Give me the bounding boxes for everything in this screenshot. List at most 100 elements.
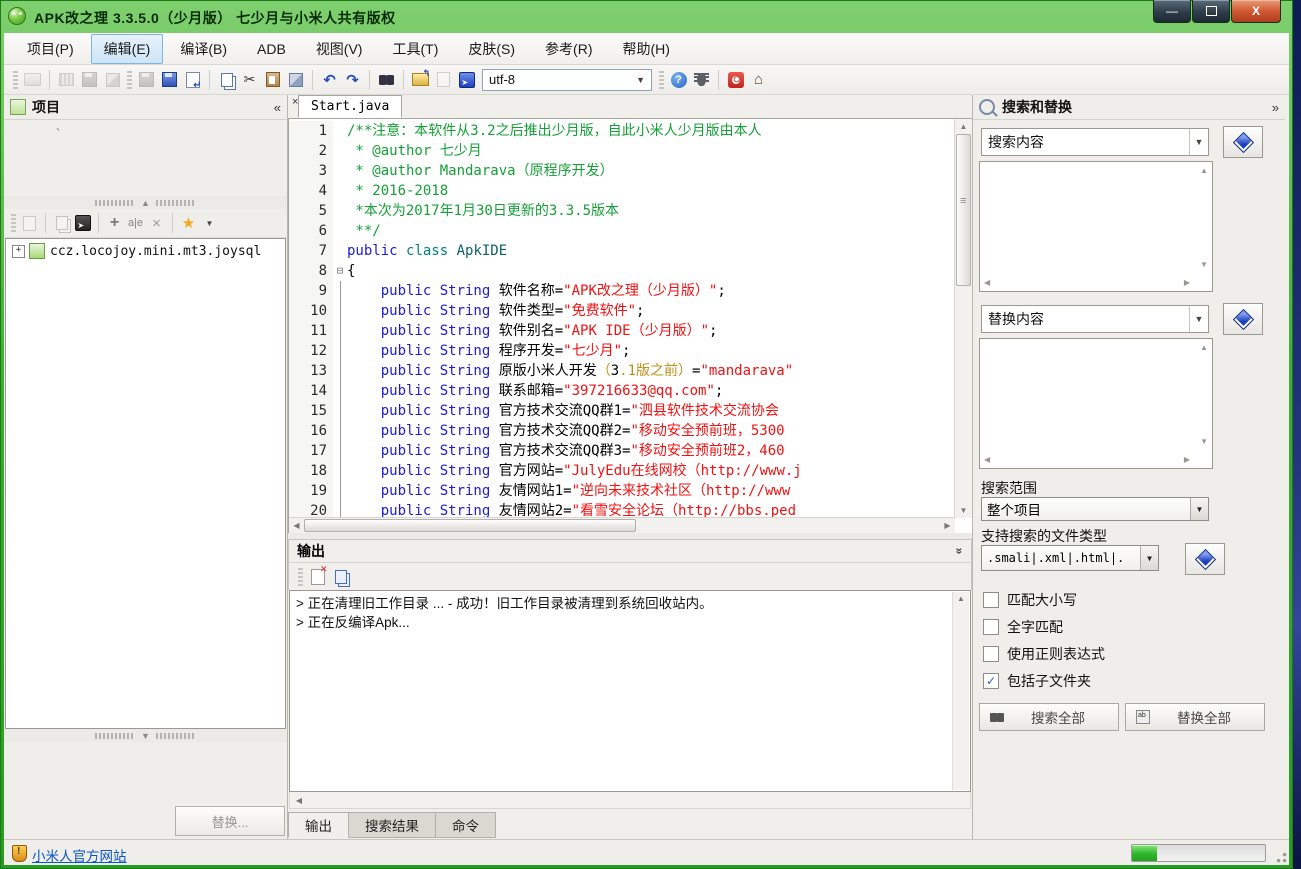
collapse-panel-icon[interactable]: « (274, 100, 281, 115)
code-area[interactable]: 1/**注意：本软件从3.2之后推出少月版，自此小米人少月版由本人2 * @au… (289, 121, 955, 518)
menu-item[interactable]: 视图(V) (303, 34, 376, 64)
collapse-output-icon[interactable]: » (953, 548, 967, 555)
scroll-left-icon[interactable]: ◀ (292, 792, 306, 808)
horizontal-splitter[interactable]: ▼ (4, 729, 287, 742)
replace-content-combobox[interactable]: 替换内容 ▼ (981, 305, 1209, 333)
copy-icon[interactable] (216, 69, 237, 90)
project-tree[interactable]: + ccz.locojoy.mini.mt3.joysql (5, 238, 286, 729)
bottom-tab[interactable]: 输出 (288, 812, 349, 838)
scroll-up-icon[interactable]: ▲ (1200, 343, 1208, 352)
paste-icon[interactable] (262, 69, 283, 90)
help-icon[interactable]: ? (668, 69, 689, 90)
scrollbar-thumb[interactable] (304, 519, 636, 532)
replace-button[interactable]: 替换... (175, 806, 285, 836)
folder-import-icon[interactable] (410, 69, 431, 90)
menu-item[interactable]: 项目(P) (14, 34, 87, 64)
paste-filetype-button[interactable] (1185, 543, 1225, 575)
scroll-right-icon[interactable]: ▶ (940, 518, 955, 533)
rename-icon[interactable]: a|e (126, 214, 145, 233)
scrollbar-thumb[interactable] (956, 134, 971, 286)
code-editor[interactable]: 1/**注意：本软件从3.2之后推出少月版，自此小米人少月版由本人2 * @au… (288, 119, 972, 533)
scroll-up-icon[interactable]: ▲ (953, 592, 969, 606)
redo-icon[interactable]: ↷ (342, 69, 363, 90)
clear-log-icon[interactable] (307, 566, 328, 587)
output-horizontal-scrollbar[interactable]: ◀ (289, 792, 971, 809)
scroll-up-icon[interactable]: ▲ (955, 119, 972, 134)
keyboard-icon[interactable] (56, 69, 77, 90)
star-dropdown-icon[interactable]: ▼ (200, 214, 219, 233)
tree-expander-icon[interactable]: + (12, 245, 25, 258)
checkbox[interactable] (983, 592, 999, 608)
chevron-down-icon[interactable]: ▼ (1189, 129, 1208, 155)
bottom-tab[interactable]: 搜索结果 (349, 812, 436, 838)
doc-copy-icon[interactable] (52, 214, 71, 233)
editor-tab-startjava[interactable]: Start.java (298, 95, 402, 118)
bug-icon[interactable] (691, 69, 712, 90)
menu-item[interactable]: 参考(R) (532, 34, 605, 64)
cut-icon[interactable]: ✂ (239, 69, 260, 90)
scroll-down-icon[interactable]: ▼ (1200, 437, 1208, 446)
scroll-up-icon[interactable]: ▲ (1200, 166, 1208, 175)
save-icon[interactable] (136, 69, 157, 90)
editor-horizontal-scrollbar[interactable]: ◀ ▶ (289, 517, 955, 533)
maximize-button[interactable] (1192, 0, 1230, 23)
scroll-down-icon[interactable]: ▼ (1200, 260, 1208, 269)
open-folder-icon[interactable] (22, 69, 43, 90)
doc-icon[interactable] (20, 214, 39, 233)
find-icon[interactable] (376, 69, 397, 90)
checkbox[interactable] (983, 646, 999, 662)
save-as-icon[interactable] (79, 69, 100, 90)
official-site-link[interactable]: 小米人官方网站 (32, 845, 127, 865)
resize-grip[interactable] (1275, 851, 1287, 863)
minimize-button[interactable]: — (1153, 0, 1191, 23)
menu-item[interactable]: ADB (244, 36, 299, 62)
search-content-combobox[interactable]: 搜索内容 ▼ (981, 128, 1209, 156)
favorites-star-icon[interactable]: ★ (179, 214, 198, 233)
search-text-area[interactable]: ▲ ▼ ◀ ▶ (979, 161, 1213, 292)
weibo-icon[interactable] (725, 69, 746, 90)
expand-panel-icon[interactable]: » (1272, 100, 1279, 115)
scroll-left-icon[interactable]: ◀ (984, 455, 990, 464)
tab-close-icon[interactable]: × (292, 96, 298, 108)
scroll-left-icon[interactable]: ◀ (289, 518, 304, 533)
package-blue-icon[interactable] (285, 69, 306, 90)
undo-icon[interactable]: ↶ (319, 69, 340, 90)
save-all-icon[interactable] (159, 69, 180, 90)
encoding-combobox[interactable]: utf-8 ▼ (482, 69, 652, 91)
delete-icon[interactable]: × (147, 214, 166, 233)
scroll-left-icon[interactable]: ◀ (984, 278, 990, 287)
output-console[interactable]: > 正在清理旧工作目录 ... - 成功！旧工作目录被清理到系统回收站内。> 正… (289, 590, 971, 792)
home-icon[interactable]: ⌂ (748, 69, 769, 90)
close-button[interactable]: X (1231, 0, 1281, 23)
package-icon[interactable] (102, 69, 123, 90)
copy-log-icon[interactable] (330, 566, 351, 587)
save-note-icon[interactable] (182, 69, 203, 90)
chevron-down-icon[interactable]: ▼ (1189, 306, 1208, 332)
menu-item[interactable]: 编译(B) (167, 34, 240, 64)
menu-item[interactable]: 工具(T) (379, 34, 451, 64)
horizontal-splitter[interactable]: ▲ (4, 196, 287, 209)
plus-icon[interactable]: + (105, 214, 124, 233)
checkbox[interactable]: ✓ (983, 673, 999, 689)
page-icon[interactable] (433, 69, 454, 90)
bottom-tab[interactable]: 命令 (436, 812, 496, 838)
scroll-down-icon[interactable]: ▼ (955, 503, 972, 518)
replace-text-area[interactable]: ▲ ▼ ◀ ▶ (979, 338, 1213, 469)
filetype-select[interactable]: .smali|.xml|.html|. ▼ (981, 545, 1159, 571)
replace-all-button[interactable]: 替换全部 (1125, 703, 1265, 731)
search-all-button[interactable]: 搜索全部 (979, 703, 1119, 731)
tree-item[interactable]: + ccz.locojoy.mini.mt3.joysql (8, 243, 283, 259)
dark-doc-icon[interactable] (73, 214, 92, 233)
output-vertical-scrollbar[interactable]: ▲ (952, 592, 969, 790)
title-bar[interactable]: APK改之理 3.3.5.0（少月版） 七少月与小米人共有版权 — X (0, 0, 1293, 33)
fold-margin[interactable]: ⊟ (333, 261, 347, 281)
paste-search-button[interactable] (1223, 126, 1263, 158)
menu-item[interactable]: 帮助(H) (609, 34, 682, 64)
paste-replace-button[interactable] (1223, 303, 1263, 335)
jump-icon[interactable] (456, 69, 477, 90)
menu-item[interactable]: 编辑(E) (91, 34, 164, 64)
scroll-right-icon[interactable]: ▶ (1184, 455, 1190, 464)
scroll-right-icon[interactable]: ▶ (1184, 278, 1190, 287)
checkbox[interactable] (983, 619, 999, 635)
editor-vertical-scrollbar[interactable]: ▲ ▼ (954, 119, 972, 518)
